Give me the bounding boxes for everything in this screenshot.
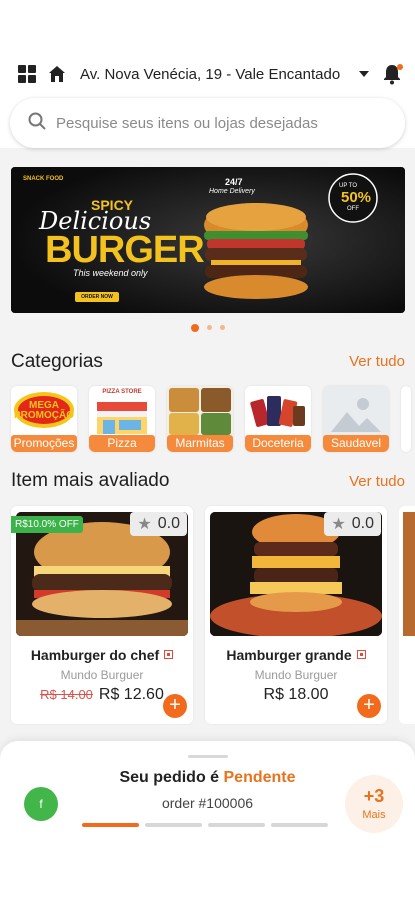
category-label: Pizza <box>89 435 155 452</box>
search-placeholder: Pesquise seus itens ou lojas desejadas <box>56 114 318 132</box>
category-saudavel[interactable]: Saudavel <box>323 386 389 452</box>
product-name: Hamburger grande <box>226 647 352 663</box>
carousel-dot-active[interactable] <box>190 324 199 332</box>
mega-promo-text: MEGA PROMOÇÃO <box>14 400 74 421</box>
store-name: Mundo Burguer <box>254 668 338 682</box>
notification-dot <box>397 64 403 70</box>
delivery-address[interactable]: Av. Nova Venécia, 19 - Vale Encantado <box>80 66 355 83</box>
order-status-value: Pendente <box>223 769 296 786</box>
carousel-dot[interactable] <box>219 325 225 330</box>
carousel-dot[interactable] <box>206 325 212 330</box>
carousel-indicator <box>0 324 415 332</box>
drag-handle[interactable] <box>188 755 228 758</box>
progress-step <box>145 823 202 827</box>
banner-line3: BURGER <box>45 229 205 271</box>
non-veg-icon <box>356 650 366 659</box>
old-price: R$ 14.00 <box>40 687 93 702</box>
discount-badge: R$10.0% OFF <box>11 516 83 533</box>
order-status-prefix: Seu pedido é <box>119 769 224 786</box>
product-card-partial[interactable] <box>399 506 415 724</box>
chevron-down-icon[interactable] <box>355 71 373 77</box>
rating-badge: ★ 0.0 <box>130 512 187 536</box>
category-label: Doceteria <box>245 435 311 452</box>
add-to-cart-button[interactable]: + <box>357 694 381 718</box>
search-area: Pesquise seus itens ou lojas desejadas <box>0 98 415 148</box>
product-name-row: Hamburger do chef <box>11 647 193 663</box>
top-rated-title: Item mais avaliado <box>11 470 170 491</box>
category-doceteria[interactable]: Doceteria <box>245 386 311 452</box>
categories-title: Categorias <box>11 351 103 372</box>
banner-home-delivery: Home Delivery <box>209 188 255 195</box>
rating-badge: ★ 0.0 <box>324 512 381 536</box>
category-promocoes[interactable]: MEGA PROMOÇÃO Promoções <box>11 386 77 452</box>
rating-value: 0.0 <box>157 515 180 532</box>
home-icon <box>46 63 68 85</box>
store-name: Mundo Burguer <box>60 668 144 682</box>
grid-icon[interactable] <box>16 63 38 85</box>
offer-value: 50% <box>341 189 372 206</box>
pizza-store-text: PIZZA STORE <box>102 389 142 395</box>
header-bar: Av. Nova Venécia, 19 - Vale Encantado <box>0 48 415 100</box>
banner-badge-247: 24/7 <box>225 177 243 187</box>
banner-brand: SNACK FOOD <box>23 176 64 182</box>
order-status-sheet[interactable]: f Seu pedido é Pendente order #100006 +3… <box>0 741 415 900</box>
add-to-cart-button[interactable]: + <box>163 694 187 718</box>
category-label: Marmitas <box>167 435 233 452</box>
promo-banner[interactable]: SNACK FOOD SPICY Delicious BURGER This w… <box>11 167 405 313</box>
product-card[interactable]: ★ 0.0 Hamburger grande Mundo Burguer R$ … <box>205 506 387 724</box>
more-label: Mais <box>362 809 386 821</box>
top-rated-list: R$10.0% OFF ★ 0.0 Hamburger do chef Mund… <box>11 506 415 724</box>
category-list: MEGA PROMOÇÃO Promoções PIZZA STORE Pizz… <box>11 386 411 452</box>
category-label: Promoções <box>11 435 77 452</box>
categories-see-all-link[interactable]: Ver tudo <box>349 353 405 370</box>
search-input[interactable]: Pesquise seus itens ou lojas desejadas <box>10 98 405 148</box>
offer-bottom: OFF <box>347 206 359 212</box>
progress-step <box>208 823 265 827</box>
more-count: +3 <box>363 786 385 806</box>
category-marmitas[interactable]: Marmitas <box>167 386 233 452</box>
product-card[interactable]: R$10.0% OFF ★ 0.0 Hamburger do chef Mund… <box>11 506 193 724</box>
non-veg-icon <box>164 650 174 659</box>
app-screen: Av. Nova Venécia, 19 - Vale Encantado Pe… <box>0 48 415 900</box>
search-icon <box>28 112 46 135</box>
category-label: Saudavel <box>323 435 389 452</box>
progress-step <box>271 823 328 827</box>
category-pizza[interactable]: PIZZA STORE Pizza <box>89 386 155 452</box>
rating-value: 0.0 <box>351 515 374 532</box>
more-orders-button[interactable]: +3 Mais <box>345 775 403 833</box>
banner-tagline: This weekend only <box>73 268 148 278</box>
price: R$ 18.00 <box>263 686 329 703</box>
product-name: Hamburger do chef <box>30 647 160 663</box>
bell-icon[interactable] <box>381 63 403 85</box>
order-progress <box>82 823 328 827</box>
banner-cta-button[interactable]: ORDER NOW <box>75 292 119 302</box>
product-name-row: Hamburger grande <box>205 647 387 663</box>
status-bar-area <box>0 0 415 48</box>
top-rated-see-all-link[interactable]: Ver tudo <box>349 473 405 490</box>
category-partial[interactable] <box>401 386 411 452</box>
star-icon: ★ <box>331 516 346 533</box>
progress-step <box>82 823 139 827</box>
price: R$ 12.60 <box>98 686 164 703</box>
star-icon: ★ <box>137 516 152 533</box>
